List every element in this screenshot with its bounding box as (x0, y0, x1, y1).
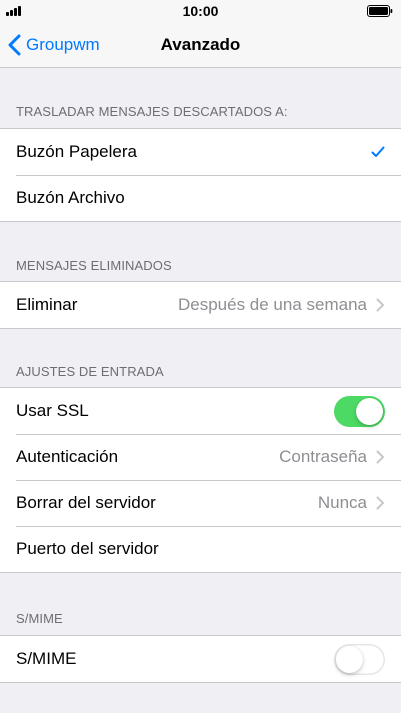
status-time: 10:00 (182, 3, 219, 19)
section-header-move-discarded: TRASLADAR MENSAJES DESCARTADOS A: (16, 104, 288, 119)
setting-value: Contraseña (279, 447, 367, 466)
setting-value: Después de una semana (177, 295, 367, 314)
chevron-right-icon (376, 450, 384, 464)
setting-smime-row: S/MIME (0, 636, 401, 682)
back-button-label: Groupwm (26, 35, 100, 54)
setting-server-port-row[interactable]: Puerto del servidor (0, 526, 401, 572)
option-archive-mailbox[interactable]: Buzón Archivo (0, 175, 401, 221)
checkmark-icon (371, 146, 385, 157)
chevron-left-icon (8, 34, 21, 56)
toggle-knob (356, 397, 383, 425)
setting-use-ssl-row: Usar SSL (0, 388, 401, 434)
setting-label: Eliminar (16, 295, 78, 314)
setting-label: Puerto del servidor (16, 539, 159, 558)
setting-label: Usar SSL (16, 401, 89, 420)
group-move-discarded: Buzón Papelera Buzón Archivo (0, 128, 401, 222)
chevron-right-icon (376, 298, 384, 312)
navigation-bar: Groupwm Avanzado (0, 22, 401, 68)
option-trash-mailbox[interactable]: Buzón Papelera (0, 129, 401, 175)
group-deleted-messages: Eliminar Después de una semana (0, 281, 401, 329)
setting-value: Nunca (317, 493, 367, 512)
setting-label: S/MIME (16, 649, 77, 668)
group-incoming-settings: Usar SSL Autenticación Contraseña Borrar… (0, 387, 401, 573)
section-header-smime: S/MIME (16, 611, 63, 626)
setting-authentication-row[interactable]: Autenticación Contraseña (0, 434, 401, 480)
option-label: Buzón Papelera (16, 142, 137, 161)
back-button[interactable]: Groupwm (8, 32, 100, 58)
toggle-knob (336, 645, 363, 673)
setting-label: Borrar del servidor (16, 493, 156, 512)
battery-icon (367, 5, 393, 17)
section-header-incoming-settings: AJUSTES DE ENTRADA (16, 364, 164, 379)
smime-toggle[interactable] (334, 643, 385, 675)
group-smime: S/MIME (0, 635, 401, 683)
setting-delete-row[interactable]: Eliminar Después de una semana (0, 282, 401, 328)
status-bar: 10:00 (0, 0, 401, 22)
use-ssl-toggle[interactable] (334, 395, 385, 427)
option-label: Buzón Archivo (16, 188, 125, 207)
setting-label: Autenticación (16, 447, 119, 466)
chevron-right-icon (376, 496, 384, 510)
section-header-deleted-messages: MENSAJES ELIMINADOS (16, 258, 172, 273)
setting-delete-from-server-row[interactable]: Borrar del servidor Nunca (0, 480, 401, 526)
